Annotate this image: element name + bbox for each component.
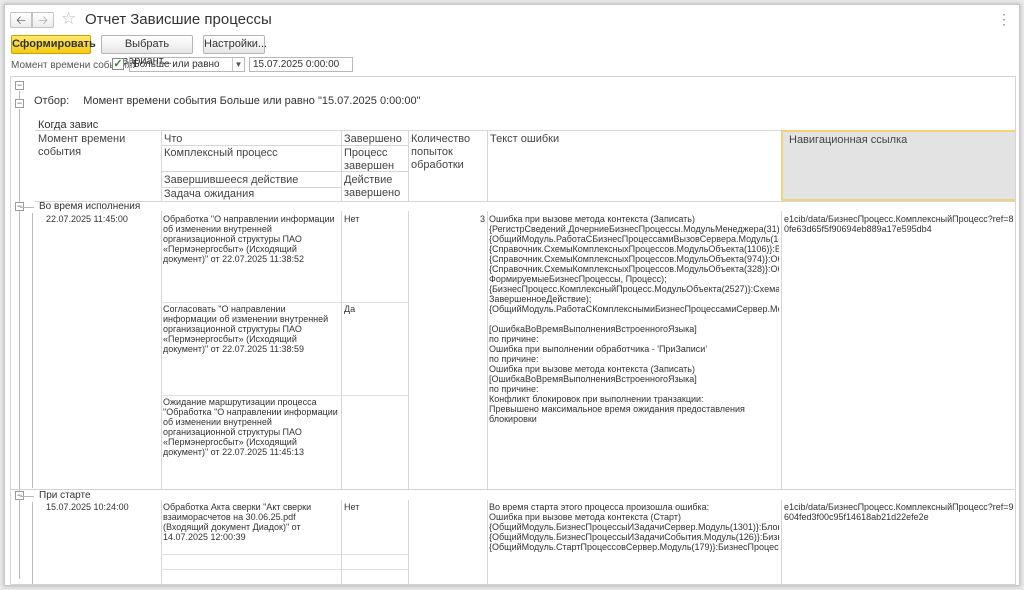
header-bottom-line: [35, 201, 1015, 202]
cell-finished-action[interactable]: Согласовать "О направлении информации об…: [163, 304, 339, 354]
favorite-star-icon[interactable]: ☆: [61, 9, 76, 29]
report-window: 🡠 🡢 ☆ Отчет Зависшие процессы ⋮ Сформиро…: [4, 4, 1020, 586]
header-action-completed[interactable]: Действие завершено: [344, 174, 404, 200]
cell-process-completed[interactable]: Нет: [344, 214, 404, 224]
forward-icon[interactable]: 🡢: [32, 12, 54, 28]
cell-moment[interactable]: 15.07.2025 10:24:00: [46, 502, 158, 512]
select-variant-button[interactable]: Выбрать вариант...: [101, 35, 193, 67]
col-divider: [341, 211, 342, 489]
tree-line: [20, 496, 34, 497]
col-divider: [408, 130, 409, 201]
col-divider: [161, 130, 162, 201]
cell-wait-task[interactable]: Ожидание маршрутизации процесса "Обработ…: [163, 397, 339, 457]
otbor-label: Отбор:: [34, 95, 70, 107]
generate-button[interactable]: Сформировать: [11, 35, 96, 54]
col-divider: [161, 500, 162, 584]
header-process-completed[interactable]: Процесс завершен: [344, 147, 404, 173]
settings-button[interactable]: Настройки...: [203, 35, 267, 54]
back-icon[interactable]: 🡠: [10, 12, 32, 28]
more-menu-icon[interactable]: ⋮: [997, 11, 1011, 28]
col-divider: [487, 211, 488, 489]
col-divider: [161, 211, 162, 489]
cell-complex-process[interactable]: Обработка Акта сверки "Акт сверки взаимо…: [163, 502, 339, 542]
subheader-line: [161, 171, 341, 172]
tree-line: [32, 502, 33, 584]
col-divider: [487, 500, 488, 584]
chevron-down-icon[interactable]: ▼: [232, 58, 244, 71]
date-field[interactable]: 15.07.2025 0:00:00: [249, 57, 353, 72]
col-divider: [781, 211, 782, 489]
row-divider: [161, 569, 408, 570]
subheader-line: [341, 171, 408, 172]
filter-checkbox[interactable]: ✓: [112, 58, 124, 70]
cell-process-completed[interactable]: Нет: [344, 502, 404, 512]
header-complex-process[interactable]: Комплексный процесс: [164, 147, 278, 160]
cell-nav-link[interactable]: e1cib/data/БизнесПроцесс.КомплексныйПроц…: [784, 502, 1014, 522]
cell-complex-process[interactable]: Обработка "О направлении информации об и…: [163, 214, 339, 264]
cell-error-text[interactable]: Ошибка при вызове метода контекста (Запи…: [489, 214, 779, 489]
otbor-value: Момент времени события Больше или равно …: [83, 95, 421, 107]
header-attempts[interactable]: Количество попыток обработки: [411, 133, 485, 172]
subheader-line: [161, 145, 341, 146]
collapse-icon[interactable]: −: [15, 99, 24, 108]
cell-attempts[interactable]: 3: [411, 214, 485, 224]
header-nav-link: Навигационная ссылка: [789, 134, 908, 146]
filter-summary: Отбор: Момент времени события Больше или …: [34, 95, 421, 107]
group-divider: [11, 489, 1015, 490]
col-divider: [781, 500, 782, 584]
group-label: При старте: [39, 490, 91, 501]
tree-line: [20, 207, 34, 208]
condition-value: Больше или равно: [133, 59, 220, 70]
header-moment[interactable]: Момент времени события: [38, 133, 158, 159]
row-divider: [161, 554, 408, 555]
subheader-line: [341, 145, 408, 146]
header-finished-action[interactable]: Завершившееся действие: [164, 174, 298, 187]
col-divider: [341, 500, 342, 584]
col-divider: [341, 130, 342, 201]
group-label: Во время исполнения: [39, 201, 141, 212]
cell-moment[interactable]: 22.07.2025 11:45:00: [46, 214, 158, 224]
report-area[interactable]: − − Отбор: Момент времени события Больше …: [10, 76, 1016, 585]
window-title: Отчет Зависшие процессы: [85, 11, 272, 28]
cell-nav-link[interactable]: e1cib/data/БизнесПроцесс.КомплексныйПроц…: [784, 214, 1014, 234]
row-divider: [161, 395, 408, 396]
col-divider: [408, 211, 409, 489]
condition-select[interactable]: Больше или равно ▼: [129, 57, 245, 72]
header-wait-task[interactable]: Задача ожидания: [164, 188, 254, 201]
header-error-text[interactable]: Текст ошибки: [490, 133, 559, 146]
row-divider: [161, 302, 408, 303]
header-nav-link-selected[interactable]: Навигационная ссылка: [781, 130, 1015, 201]
tree-line: [19, 109, 20, 579]
col-divider: [408, 500, 409, 584]
title-bar: 🡠 🡢 ☆ Отчет Зависшие процессы ⋮: [5, 5, 1019, 33]
tree-line: [32, 213, 33, 488]
cell-error-text[interactable]: Во время старта этого процесса произошла…: [489, 502, 779, 584]
col-divider: [487, 130, 488, 201]
collapse-icon[interactable]: −: [15, 81, 24, 90]
cell-action-completed[interactable]: Да: [344, 304, 404, 314]
